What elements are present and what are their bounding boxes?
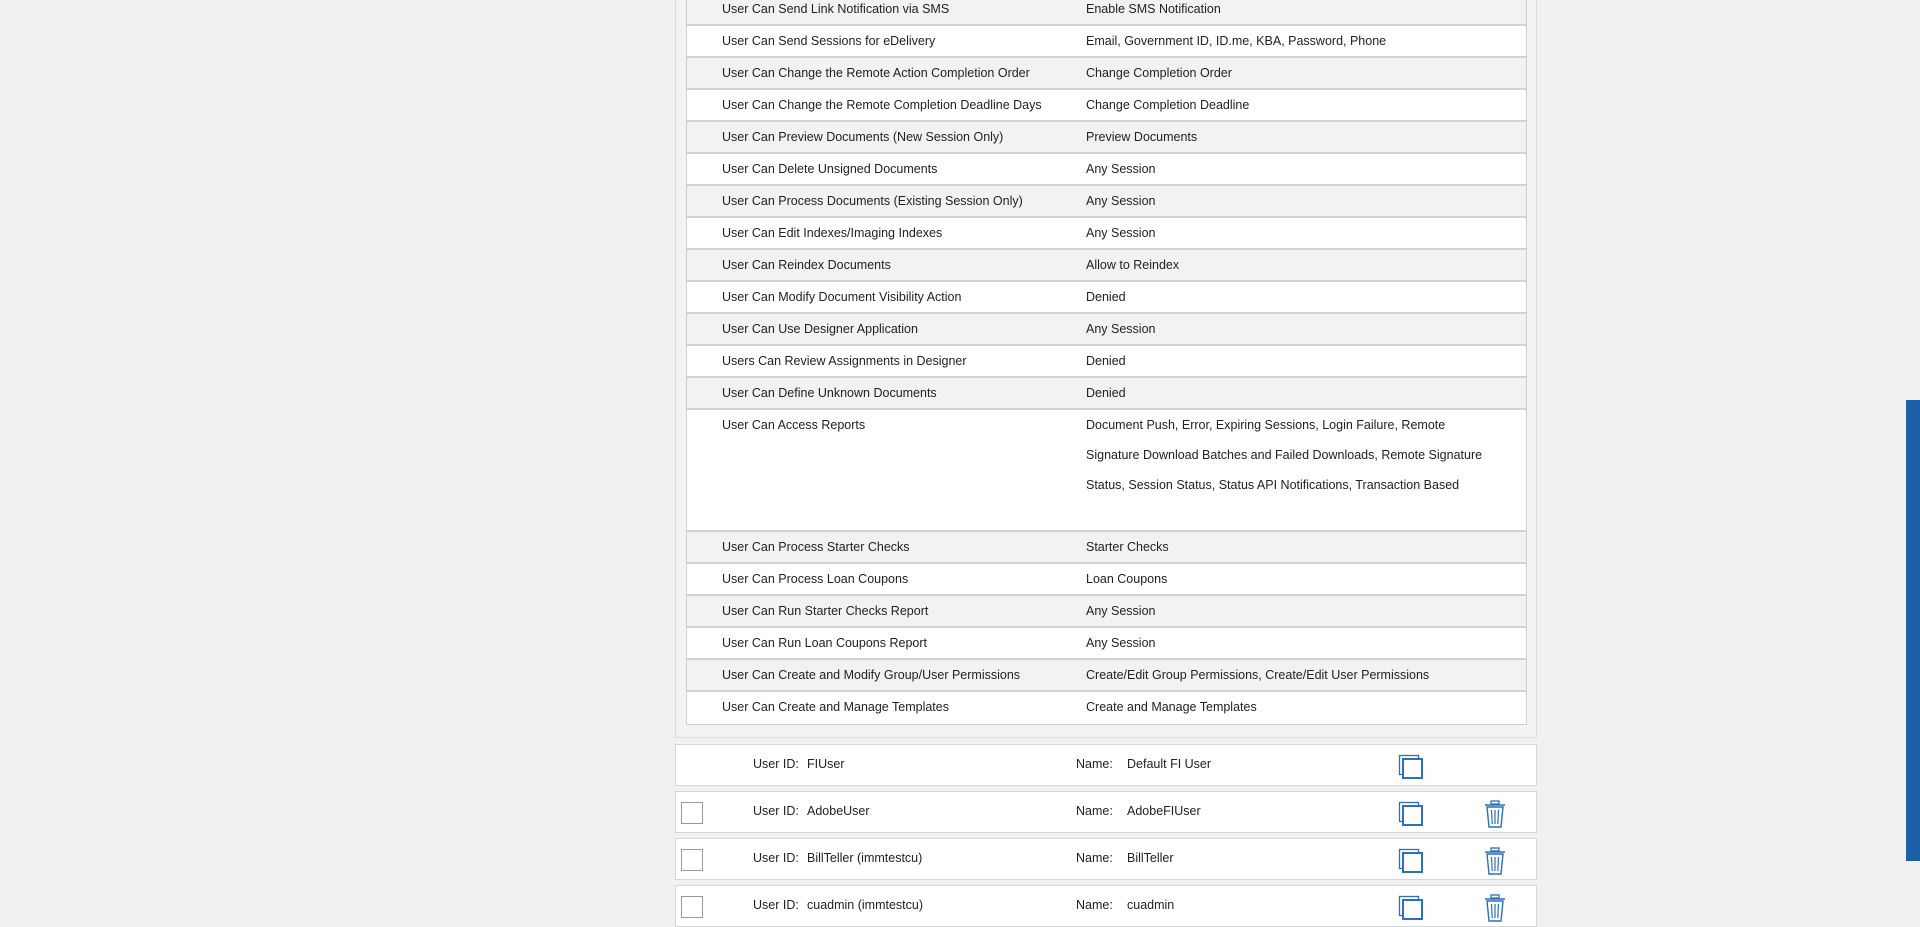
trash-icon[interactable] xyxy=(1484,800,1506,828)
user-name-value: cuadmin xyxy=(1127,898,1175,912)
permission-value: Any Session xyxy=(1086,322,1156,336)
user-select-checkbox[interactable] xyxy=(681,896,703,918)
permission-row: User Can Preview Documents (New Session … xyxy=(687,122,1526,154)
user-select-checkbox[interactable] xyxy=(681,849,703,871)
permission-row: User Can Change the Remote Completion De… xyxy=(687,90,1526,122)
user-row-fiuser: User ID: FIUser Name: Default FI User xyxy=(675,744,1537,786)
permission-name: User Can Delete Unsigned Documents xyxy=(722,162,938,176)
permission-row: User Can Create and Modify Group/User Pe… xyxy=(687,660,1526,692)
trash-icon[interactable] xyxy=(1484,847,1506,875)
permission-name: User Can Reindex Documents xyxy=(722,258,891,272)
permission-name: User Can Run Loan Coupons Report xyxy=(722,636,927,650)
permission-value: Enable SMS Notification xyxy=(1086,2,1221,16)
user-name-label: Name: xyxy=(1076,898,1113,912)
permission-value: Email, Government ID, ID.me, KBA, Passwo… xyxy=(1086,34,1387,48)
user-id-value: FIUser xyxy=(807,757,845,771)
user-row-billteller: User ID: BillTeller (immtestcu) Name: Bi… xyxy=(675,838,1537,880)
permission-name: User Can Run Starter Checks Report xyxy=(722,604,929,618)
permission-name: User Can Change the Remote Action Comple… xyxy=(722,66,1030,80)
user-row-cuadmin: User ID: cuadmin (immtestcu) Name: cuadm… xyxy=(675,885,1537,927)
permission-row: User Can Define Unknown Documents Denied xyxy=(687,378,1526,410)
user-name-value: AdobeFIUser xyxy=(1127,804,1201,818)
permission-value: Create and Manage Templates xyxy=(1086,700,1257,714)
permission-name: User Can Send Sessions for eDelivery xyxy=(722,34,936,48)
permission-name: User Can Change the Remote Completion De… xyxy=(722,98,1042,112)
user-id-value: AdobeUser xyxy=(807,804,870,818)
permission-row: User Can Delete Unsigned Documents Any Se… xyxy=(687,154,1526,186)
user-id-label: User ID: xyxy=(753,804,799,818)
permission-value: Any Session xyxy=(1086,604,1156,618)
user-id-value: cuadmin (immtestcu) xyxy=(807,898,923,912)
permission-row: User Can Access Reports Document Push, Er… xyxy=(687,410,1526,532)
permission-name: User Can Edit Indexes/Imaging Indexes xyxy=(722,226,943,240)
permissions-table: User Can Send Link Notification via SMS E… xyxy=(686,0,1527,725)
permission-value: Allow to Reindex xyxy=(1086,258,1180,272)
user-name-value: BillTeller xyxy=(1127,851,1174,865)
permission-name: User Can Define Unknown Documents xyxy=(722,386,937,400)
copy-icon[interactable] xyxy=(1398,895,1424,921)
permission-name: Users Can Review Assignments in Designer xyxy=(722,354,967,368)
permission-name: User Can Preview Documents (New Session … xyxy=(722,130,1004,144)
permission-row: User Can Send Sessions for eDelivery Emai… xyxy=(687,26,1526,58)
permission-row: User Can Reindex Documents Allow to Reind… xyxy=(687,250,1526,282)
trash-icon[interactable] xyxy=(1484,894,1506,922)
permission-row: User Can Run Loan Coupons Report Any Sess… xyxy=(687,628,1526,660)
permission-row: User Can Process Documents (Existing Ses… xyxy=(687,186,1526,218)
permission-value: Any Session xyxy=(1086,226,1156,240)
scrollbar-thumb[interactable] xyxy=(1906,400,1920,861)
user-name-label: Name: xyxy=(1076,804,1113,818)
permission-name: User Can Create and Manage Templates xyxy=(722,700,949,714)
permission-value: Any Session xyxy=(1086,162,1156,176)
permission-name: User Can Process Loan Coupons xyxy=(722,572,909,586)
permission-row: User Can Process Loan Coupons Loan Coupon… xyxy=(687,564,1526,596)
permission-row: User Can Modify Document Visibility Acti… xyxy=(687,282,1526,314)
permission-row: User Can Process Starter Checks Starter C… xyxy=(687,532,1526,564)
permission-row: User Can Run Starter Checks Report Any Se… xyxy=(687,596,1526,628)
user-name-label: Name: xyxy=(1076,851,1113,865)
permission-value: Create/Edit Group Permissions, Create/Ed… xyxy=(1086,668,1430,682)
user-name-label: Name: xyxy=(1076,757,1113,771)
permission-value: Change Completion Deadline xyxy=(1086,98,1250,112)
user-id-label: User ID: xyxy=(753,898,799,912)
permission-name: User Can Use Designer Application xyxy=(722,322,918,336)
permission-value: Any Session xyxy=(1086,636,1156,650)
permission-row: Users Can Review Assignments in Designer… xyxy=(687,346,1526,378)
permission-name: User Can Modify Document Visibility Acti… xyxy=(722,290,962,304)
permission-name: User Can Access Reports xyxy=(722,418,866,432)
permission-value: Document Push, Error, Expiring Sessions,… xyxy=(1086,418,1483,492)
permission-row: User Can Change the Remote Action Comple… xyxy=(687,58,1526,90)
user-name-value: Default FI User xyxy=(1127,757,1212,771)
permission-row: User Can Create and Manage Templates Crea… xyxy=(687,692,1526,724)
permission-value: Loan Coupons xyxy=(1086,572,1168,586)
permission-name: User Can Process Starter Checks xyxy=(722,540,910,554)
permission-name: User Can Create and Modify Group/User Pe… xyxy=(722,668,1021,682)
permission-value: Preview Documents xyxy=(1086,130,1198,144)
permission-name: User Can Send Link Notification via SMS xyxy=(722,2,950,16)
permission-value: Denied xyxy=(1086,386,1126,400)
copy-icon[interactable] xyxy=(1398,801,1424,827)
permission-row: User Can Use Designer Application Any Ses… xyxy=(687,314,1526,346)
user-row-adobeuser: User ID: AdobeUser Name: AdobeFIUser xyxy=(675,791,1537,833)
permission-row: User Can Edit Indexes/Imaging Indexes Any… xyxy=(687,218,1526,250)
permission-name: User Can Process Documents (Existing Ses… xyxy=(722,194,1023,208)
permission-value: Denied xyxy=(1086,290,1126,304)
permission-value: Change Completion Order xyxy=(1086,66,1232,80)
permission-row: User Can Send Link Notification via SMS E… xyxy=(687,0,1526,26)
permission-value: Denied xyxy=(1086,354,1126,368)
user-id-label: User ID: xyxy=(753,757,799,771)
permission-value: Any Session xyxy=(1086,194,1156,208)
user-id-value: BillTeller (immtestcu) xyxy=(807,851,923,865)
user-select-checkbox[interactable] xyxy=(681,802,703,824)
copy-icon[interactable] xyxy=(1398,754,1424,780)
permission-value: Starter Checks xyxy=(1086,540,1169,554)
user-id-label: User ID: xyxy=(753,851,799,865)
copy-icon[interactable] xyxy=(1398,848,1424,874)
